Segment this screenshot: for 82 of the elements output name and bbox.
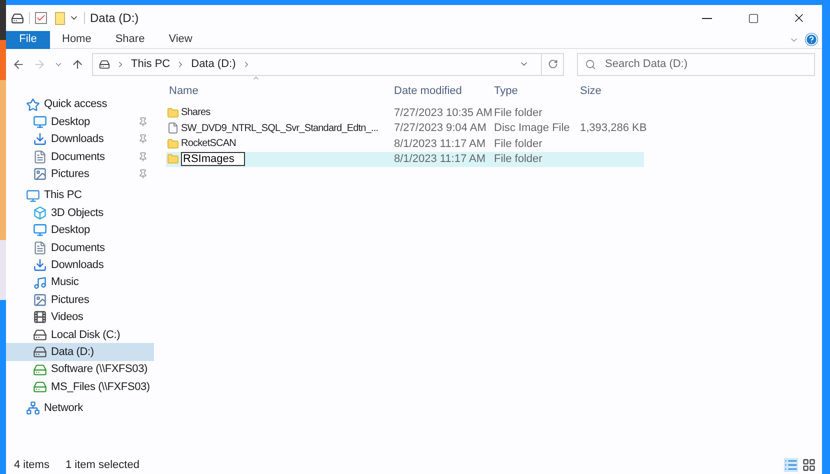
large-icons-view-icon[interactable] xyxy=(802,458,816,472)
sidebar-item[interactable]: Documents xyxy=(6,239,154,257)
column-header[interactable]: Name xyxy=(169,84,198,97)
column-header[interactable]: Date modified xyxy=(394,84,462,97)
sidebar-item[interactable]: Desktop xyxy=(6,222,154,240)
video-icon xyxy=(33,310,47,324)
breadcrumb-link[interactable]: This PC xyxy=(131,56,170,72)
picture-icon xyxy=(33,167,47,182)
sidebar-item[interactable]: This PC xyxy=(6,186,154,204)
window-title: Data (D:) xyxy=(90,10,139,27)
sidebar-item[interactable]: Pictures xyxy=(6,291,154,309)
pc-icon xyxy=(26,188,40,203)
sidebar-item[interactable]: MS_Files (\\FXFS03) xyxy=(6,378,154,396)
drive-icon xyxy=(33,345,47,360)
help-icon[interactable] xyxy=(805,33,818,46)
column-header[interactable]: Size xyxy=(580,84,602,97)
document-icon xyxy=(33,240,47,255)
type-cell: File folder xyxy=(494,138,542,150)
sidebar-item[interactable]: Local Disk (C:) xyxy=(6,326,154,344)
column-header[interactable]: Type xyxy=(494,84,518,97)
cube-icon xyxy=(33,206,47,220)
desktop-icon xyxy=(33,223,47,238)
sidebar-item[interactable]: Downloads xyxy=(6,130,154,148)
document-icon xyxy=(33,150,47,164)
sidebar-item[interactable]: Software (\\FXFS03) xyxy=(6,360,154,378)
sidebar-item[interactable]: Pictures xyxy=(6,166,154,183)
file-icon xyxy=(167,122,179,134)
selection-count: 1 item selected xyxy=(65,458,140,473)
drive-icon xyxy=(99,58,110,70)
type-cell: Disc Image File xyxy=(494,122,570,134)
date-cell: 8/1/2023 11:17 AM xyxy=(394,138,486,150)
file-row[interactable]: SW_DVD9_NTRL_SQL_Svr_Standard_Edtn_... 7/27/2023 9:04 AM Disc Image File 1,393,286 KB xyxy=(166,120,644,136)
download-icon xyxy=(33,132,47,146)
sidebar-item[interactable]: Quick access xyxy=(6,96,154,114)
file-name: RocketSCAN xyxy=(181,137,236,152)
item-count: 4 items xyxy=(14,458,50,473)
sidebar-item[interactable]: Music xyxy=(6,274,154,292)
folder-icon xyxy=(167,106,179,119)
music-icon xyxy=(33,276,47,290)
date-cell: 8/1/2023 11:17 AM xyxy=(394,153,486,165)
ribbon-tab[interactable]: View xyxy=(156,30,204,48)
folder-icon xyxy=(167,153,179,166)
netdrive-icon xyxy=(33,380,47,394)
back-icon[interactable] xyxy=(12,58,25,70)
separator-icon xyxy=(116,60,125,68)
network-icon xyxy=(26,401,40,416)
refresh-icon[interactable] xyxy=(548,59,558,69)
ribbon-tab[interactable]: Home xyxy=(50,30,104,48)
type-cell: File folder xyxy=(494,106,542,118)
folder-icon xyxy=(167,138,179,150)
sidebar-item[interactable]: Downloads xyxy=(6,256,154,274)
file-name: Shares xyxy=(181,106,210,120)
sidebar-item[interactable]: Desktop xyxy=(6,113,154,131)
netdrive-icon xyxy=(33,362,47,377)
maximize-icon xyxy=(748,12,758,24)
file-row[interactable]: Shares 7/27/2023 10:35 AM File folder xyxy=(166,105,644,120)
sidebar-item[interactable]: Data (D:) xyxy=(6,343,154,361)
download-icon xyxy=(33,258,47,272)
desktop-icon xyxy=(33,115,47,130)
file-name: SW_DVD9_NTRL_SQL_Svr_Standard_Edtn_... xyxy=(181,122,378,136)
file-row[interactable]: RSImages 8/1/2023 11:17 AM File folder xyxy=(166,152,644,167)
size-cell-text: 1,393,286 KB xyxy=(580,121,647,136)
search-icon xyxy=(585,58,596,70)
search-field[interactable]: Search Data (D:) xyxy=(577,52,815,76)
sidebar-item[interactable]: Videos xyxy=(6,308,154,326)
date-cell: 7/27/2023 10:35 AM xyxy=(394,106,492,118)
breadcrumb-link[interactable]: Data (D:) xyxy=(191,56,236,72)
star-icon xyxy=(26,98,40,112)
date-cell: 7/27/2023 9:04 AM xyxy=(394,122,486,134)
type-cell: File folder xyxy=(494,153,542,165)
ribbon-tab[interactable]: Share xyxy=(103,30,157,48)
sidebar-item[interactable]: Documents xyxy=(6,148,154,166)
drive-icon xyxy=(33,328,47,342)
sidebar-item[interactable]: 3D Objects xyxy=(6,204,154,222)
picture-icon xyxy=(33,292,47,307)
sidebar-item[interactable]: Network xyxy=(6,400,154,418)
rename-field[interactable]: RSImages xyxy=(181,152,245,166)
file-row[interactable]: RocketSCAN 8/1/2023 11:17 AM File folder xyxy=(166,136,644,152)
drive-icon[interactable] xyxy=(11,12,24,24)
address-field[interactable]: This PC Data (D:) xyxy=(92,52,564,76)
up-icon[interactable] xyxy=(71,58,84,70)
ribbon-tab[interactable]: File xyxy=(6,30,50,48)
